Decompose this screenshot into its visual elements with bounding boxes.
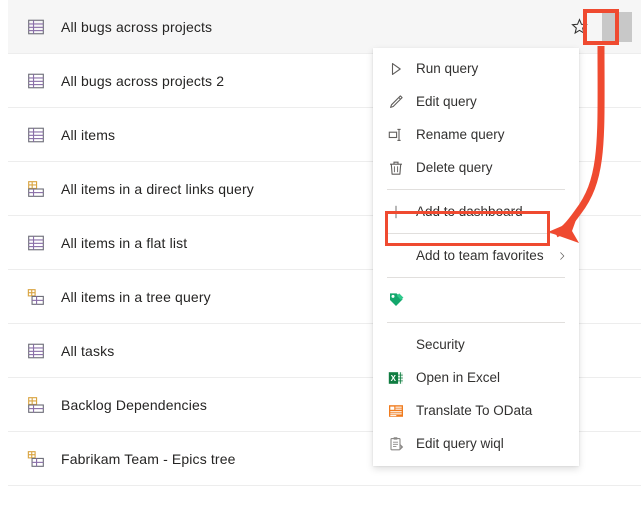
- menu-item[interactable]: [373, 283, 579, 317]
- pencil-icon: [388, 94, 404, 110]
- direct-links-query-icon: [27, 180, 45, 198]
- query-list-item-label: All items in a direct links query: [61, 180, 254, 197]
- query-context-menu: Run query Edit query Rename query Delete qu…: [373, 48, 579, 466]
- menu-item-label: Run query: [416, 61, 479, 76]
- tree-query-icon: [27, 288, 45, 306]
- query-list-item[interactable]: All bugs across projects: [8, 0, 641, 54]
- query-list-item-label: Fabrikam Team - Epics tree: [61, 450, 236, 467]
- menu-item-label: Edit query: [416, 94, 477, 109]
- play-icon: [388, 61, 404, 77]
- svg-text:X: X: [391, 374, 397, 383]
- query-list-item-label: All bugs across projects 2: [61, 72, 225, 89]
- menu-item[interactable]: Edit query wiql: [373, 427, 579, 460]
- query-list-item-label: All bugs across projects: [61, 18, 213, 35]
- menu-separator: [387, 233, 565, 234]
- query-list-item-label: All items: [61, 126, 116, 143]
- menu-item-label: Delete query: [416, 160, 493, 175]
- menu-item-label: Edit query wiql: [416, 436, 504, 451]
- tree-query-icon: [27, 450, 45, 468]
- tag-icon: [388, 292, 404, 308]
- flat-query-icon: [27, 72, 45, 90]
- trash-icon: [388, 160, 404, 176]
- query-list-item-label: Backlog Dependencies: [61, 396, 208, 413]
- excel-icon: X: [388, 370, 404, 386]
- menu-item[interactable]: Edit query: [373, 85, 579, 118]
- menu-item[interactable]: Add to team favorites: [373, 239, 579, 272]
- plus-icon: [388, 204, 404, 220]
- menu-separator: [387, 189, 565, 190]
- more-options-icon[interactable]: [602, 11, 632, 42]
- query-list-item-label: All items in a tree query: [61, 288, 211, 305]
- query-list-item-label: All items in a flat list: [61, 234, 188, 251]
- odata-icon: [388, 403, 404, 419]
- menu-item[interactable]: Security: [373, 328, 579, 361]
- query-row-actions: [564, 0, 632, 53]
- query-list-item-label: All tasks: [61, 342, 115, 359]
- rename-icon: [388, 127, 404, 143]
- flat-query-icon: [27, 234, 45, 252]
- menu-item-label: Add to team favorites: [416, 248, 544, 263]
- menu-separator: [387, 277, 565, 278]
- star-icon[interactable]: [564, 12, 594, 42]
- flat-query-icon: [27, 342, 45, 360]
- menu-item-label: Add to dashboard: [416, 204, 523, 219]
- menu-item[interactable]: X Open in Excel: [373, 361, 579, 394]
- wiql-icon: [388, 436, 404, 452]
- direct-links-query-icon: [27, 396, 45, 414]
- menu-item-label: Translate To OData: [416, 403, 533, 418]
- menu-item[interactable]: Rename query: [373, 118, 579, 151]
- menu-item[interactable]: Translate To OData: [373, 394, 579, 427]
- menu-item-label: Rename query: [416, 127, 505, 142]
- flat-query-icon: [27, 126, 45, 144]
- menu-item[interactable]: Run query: [373, 52, 579, 85]
- chevron-right-icon: [557, 250, 567, 262]
- menu-item[interactable]: Delete query: [373, 151, 579, 184]
- left-edge-strip: [0, 0, 8, 515]
- bottom-edge-strip: [0, 509, 641, 515]
- flat-query-icon: [27, 18, 45, 36]
- menu-separator: [387, 322, 565, 323]
- menu-item[interactable]: Add to dashboard: [373, 195, 579, 228]
- menu-item-label: Open in Excel: [416, 370, 501, 385]
- menu-item-label: Security: [416, 337, 465, 352]
